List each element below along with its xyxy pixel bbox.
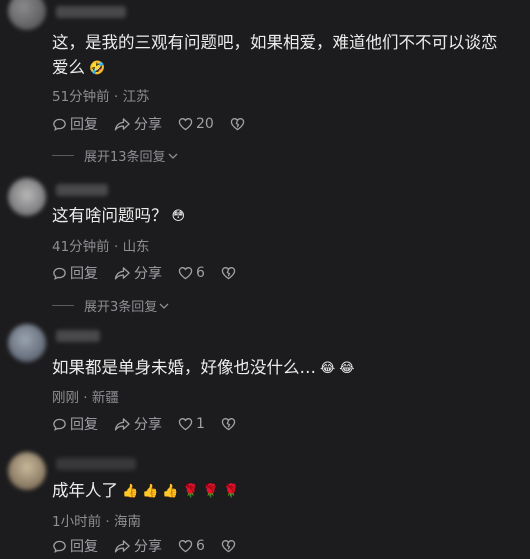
comment-text-body: 这有啥问题吗？	[52, 206, 168, 225]
expand-replies-label: 展开3条回复	[84, 300, 158, 315]
comment-location: 新疆	[91, 390, 119, 406]
share-icon	[114, 539, 130, 552]
divider	[52, 305, 74, 306]
comment-meta: 刚刚 · 新疆	[52, 390, 119, 406]
comment-meta: 41分钟前 · 山东	[52, 239, 150, 255]
heart-icon	[178, 540, 193, 553]
username-blurred[interactable]	[56, 458, 136, 470]
expand-replies[interactable]: 展开3条回复	[52, 296, 169, 315]
like-count: 6	[196, 538, 205, 554]
expand-replies[interactable]: 展开13条回复	[52, 146, 178, 165]
emoji: 🌹	[202, 484, 219, 499]
like-count: 6	[196, 265, 205, 281]
avatar[interactable]	[8, 452, 46, 490]
dislike-button[interactable]	[221, 417, 239, 431]
share-label: 分享	[134, 117, 162, 133]
broken-heart-icon	[221, 267, 236, 280]
emoji: 😂	[320, 361, 336, 376]
comment-time: 刚刚	[52, 390, 79, 406]
like-button[interactable]: 6	[178, 538, 205, 554]
share-icon	[114, 117, 130, 130]
reply-button[interactable]: 回复	[52, 114, 98, 134]
comment-meta: 51分钟前 · 江苏	[52, 89, 150, 105]
like-count: 20	[196, 116, 214, 132]
share-button[interactable]: 分享	[114, 536, 162, 556]
emoji: 👍	[162, 484, 179, 499]
share-button[interactable]: 分享	[114, 114, 162, 134]
share-label: 分享	[134, 539, 162, 555]
share-icon	[114, 417, 130, 430]
comment-time: 1小时前	[52, 514, 102, 530]
comment-text: 成年人了 👍 👍 👍 🌹 🌹 🌹	[52, 478, 512, 504]
avatar[interactable]	[8, 324, 46, 362]
reply-label: 回复	[70, 117, 98, 133]
like-button[interactable]: 1	[178, 416, 205, 432]
comment-text-body: 如果都是单身未婚，好像也没什么…	[52, 358, 316, 377]
comment-time: 51分钟前	[52, 89, 110, 105]
comment-actions: 回复 分享 1	[52, 414, 255, 434]
comment-location: 江苏	[122, 89, 150, 105]
divider	[52, 155, 74, 156]
comment-actions: 回复 分享 6	[52, 263, 255, 283]
comment-text: 这，是我的三观有问题吧，如果相爱，难道他们不不可以谈恋爱么 🤣	[52, 30, 512, 81]
reply-button[interactable]: 回复	[52, 536, 98, 556]
reply-icon	[53, 267, 66, 280]
heart-icon	[178, 118, 193, 131]
emoji: 👍	[122, 484, 139, 499]
comment-location: 山东	[122, 239, 150, 255]
expand-replies-label: 展开13条回复	[84, 150, 166, 165]
dislike-button[interactable]	[221, 266, 239, 280]
username-blurred[interactable]	[56, 330, 100, 342]
reply-button[interactable]: 回复	[52, 414, 98, 434]
comment-text: 如果都是单身未婚，好像也没什么… 😂 😂	[52, 355, 512, 381]
comment-time: 41分钟前	[52, 239, 110, 255]
emoji: 🌹	[182, 484, 199, 499]
share-button[interactable]: 分享	[114, 263, 162, 283]
dislike-button[interactable]	[221, 539, 239, 553]
emoji: 😂	[339, 361, 355, 376]
comment-actions: 回复 分享 20	[52, 114, 264, 134]
broken-heart-icon	[230, 118, 245, 131]
chevron-down-icon	[159, 303, 169, 309]
reply-icon	[53, 118, 66, 131]
emoji: 🤣	[89, 61, 106, 76]
heart-icon	[178, 418, 193, 431]
comment-location: 海南	[113, 514, 141, 530]
share-button[interactable]: 分享	[114, 414, 162, 434]
broken-heart-icon	[221, 540, 236, 553]
like-button[interactable]: 6	[178, 265, 205, 281]
reply-label: 回复	[70, 539, 98, 555]
avatar[interactable]	[8, 178, 46, 216]
comment-actions: 回复 分享 6	[52, 536, 255, 556]
share-label: 分享	[134, 266, 162, 282]
emoji: 👍	[142, 484, 159, 499]
avatar[interactable]	[8, 0, 46, 30]
heart-icon	[178, 267, 193, 280]
comment-text-body: 这，是我的三观有问题吧，如果相爱，难道他们不不可以谈恋爱么	[52, 33, 498, 77]
share-label: 分享	[134, 417, 162, 433]
emoji: 😳	[171, 209, 186, 224]
share-icon	[114, 266, 130, 279]
comment-meta: 1小时前 · 海南	[52, 514, 141, 530]
username-blurred[interactable]	[56, 184, 108, 196]
reply-icon	[53, 418, 66, 431]
broken-heart-icon	[221, 418, 236, 431]
reply-button[interactable]: 回复	[52, 263, 98, 283]
emoji: 🌹	[222, 484, 240, 499]
comment-text-body: 成年人了	[52, 481, 118, 500]
like-button[interactable]: 20	[178, 116, 214, 132]
dislike-button[interactable]	[230, 117, 248, 131]
username-blurred[interactable]	[56, 6, 126, 18]
reply-label: 回复	[70, 417, 98, 433]
like-count: 1	[196, 416, 205, 432]
reply-label: 回复	[70, 266, 98, 282]
chevron-down-icon	[168, 153, 178, 159]
reply-icon	[53, 540, 66, 553]
comment-text: 这有啥问题吗？ 😳	[52, 203, 512, 229]
